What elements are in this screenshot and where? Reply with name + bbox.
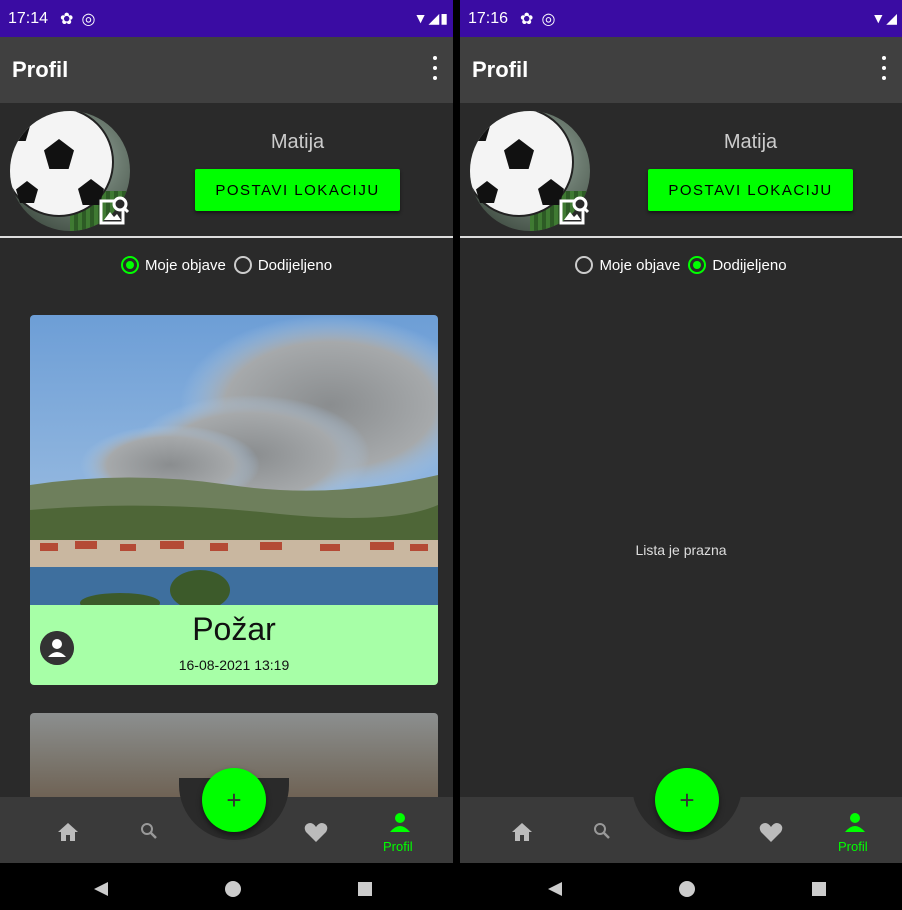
search-icon[interactable]: [131, 817, 167, 847]
home-icon[interactable]: [504, 817, 540, 847]
image-search-icon[interactable]: [558, 195, 590, 227]
back-icon[interactable]: [92, 880, 110, 898]
notification-icon: ◎: [541, 10, 556, 28]
radio-label: Moje objave: [599, 256, 681, 274]
profile-header: Matija POSTAVI LOKACIJU: [0, 103, 453, 238]
home-circle-icon[interactable]: [678, 880, 696, 898]
radio-assigned[interactable]: Dodijeljeno: [233, 256, 333, 274]
radio-assigned[interactable]: Dodijeljeno: [688, 256, 787, 274]
set-location-button[interactable]: POSTAVI LOKACIJU: [195, 169, 400, 211]
username: Matija: [270, 131, 325, 153]
person-icon[interactable]: [382, 810, 418, 840]
radio-checked-icon: [120, 256, 139, 274]
radio-label: Dodijeljeno: [712, 256, 787, 274]
image-search-icon[interactable]: [98, 195, 130, 227]
add-post-button[interactable]: +: [655, 768, 719, 832]
radio-unchecked-icon: [575, 256, 594, 274]
recents-icon[interactable]: [810, 880, 828, 898]
status-time: 17:16: [468, 9, 509, 27]
signal-battery-icon: ▼◢▮: [413, 10, 449, 26]
nav-label-profile[interactable]: Profil: [838, 839, 868, 854]
settings-icon: ✿: [60, 10, 74, 28]
nav-label-profile[interactable]: Profil: [383, 839, 413, 854]
person-icon[interactable]: [837, 810, 873, 840]
status-bar: 17:16 ✿ ◎ ▼◢: [460, 0, 902, 37]
post-title: Požar: [192, 611, 276, 647]
radio-unchecked-icon: [233, 256, 252, 274]
empty-list-message: Lista je prazna: [635, 542, 727, 558]
home-icon[interactable]: [50, 817, 86, 847]
home-circle-icon[interactable]: [224, 880, 242, 898]
heart-icon[interactable]: [298, 817, 334, 847]
username: Matija: [723, 131, 778, 153]
profile-header: Matija POSTAVI LOKACIJU: [460, 103, 902, 238]
post-card[interactable]: Požar 16-08-2021 13:19: [30, 315, 438, 685]
more-vert-icon[interactable]: [425, 53, 445, 83]
set-location-button[interactable]: POSTAVI LOKACIJU: [648, 169, 853, 211]
search-icon[interactable]: [584, 817, 620, 847]
profile-screen-my-posts: 17:14 ✿ ◎ ▼◢▮ Profil Matija POSTAVI LOKA…: [0, 0, 453, 910]
page-title: Profil: [12, 57, 69, 82]
page-title: Profil: [472, 57, 529, 82]
profile-screen-assigned: 17:16 ✿ ◎ ▼◢ Profil Matija POSTAVI LOKAC…: [460, 0, 902, 910]
app-bar: Profil: [0, 37, 453, 103]
settings-icon: ✿: [520, 10, 534, 28]
post-image: [30, 315, 438, 605]
notification-icon: ◎: [81, 10, 96, 28]
signal-battery-icon: ▼◢: [871, 10, 898, 26]
post-date: 16-08-2021 13:19: [178, 657, 290, 673]
add-post-button[interactable]: +: [202, 768, 266, 832]
radio-label: Moje objave: [144, 256, 226, 274]
status-time: 17:14: [8, 9, 49, 27]
radio-label: Dodijeljeno: [257, 256, 333, 274]
heart-icon[interactable]: [753, 817, 789, 847]
post-card-footer: Požar 16-08-2021 13:19: [30, 605, 438, 685]
back-icon[interactable]: [546, 880, 564, 898]
radio-my-posts[interactable]: Moje objave: [120, 256, 226, 274]
status-bar: 17:14 ✿ ◎ ▼◢▮: [0, 0, 453, 37]
radio-checked-icon: [688, 256, 707, 274]
phone-comparison: 17:14 ✿ ◎ ▼◢▮ Profil Matija POSTAVI LOKA…: [0, 0, 902, 910]
recents-icon[interactable]: [356, 880, 374, 898]
app-bar: Profil: [460, 37, 902, 103]
more-vert-icon[interactable]: [874, 53, 894, 83]
radio-my-posts[interactable]: Moje objave: [575, 256, 680, 274]
filter-radio-group: Moje objave Dodijeljeno: [460, 256, 902, 274]
filter-radio-group: Moje objave Dodijeljeno: [0, 256, 453, 274]
